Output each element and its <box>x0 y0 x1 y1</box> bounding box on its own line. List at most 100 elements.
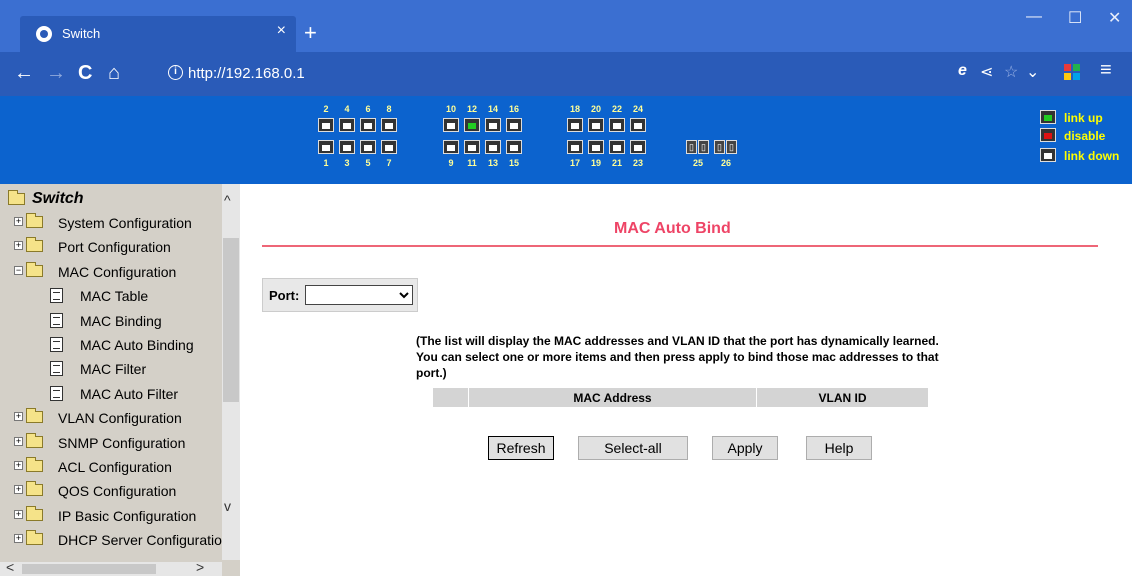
port-icon[interactable] <box>339 140 355 154</box>
sidebar-vertical-scrollbar[interactable]: ^ v <box>222 184 240 560</box>
port-icon[interactable] <box>630 118 646 132</box>
sidebar-item-mac-auto-binding[interactable]: MAC Auto Binding <box>0 334 222 358</box>
select-all-button[interactable]: Select-all <box>578 436 688 460</box>
port-icon[interactable] <box>381 140 397 154</box>
sidebar-item-port-configuration[interactable]: + Port Configuration <box>0 236 222 260</box>
port-icon[interactable] <box>443 140 459 154</box>
port-number-bottom: 1 <box>323 158 329 168</box>
port-icon[interactable] <box>318 140 334 154</box>
port-icon[interactable] <box>360 118 376 132</box>
port-icon[interactable] <box>464 140 480 154</box>
folder-icon <box>26 457 43 472</box>
sidebar-item-label: ACL Configuration <box>58 459 172 475</box>
url-text: http://192.168.0.1 <box>188 65 305 82</box>
tab-close-icon[interactable]: × <box>277 22 286 40</box>
scroll-right-icon[interactable]: > <box>196 559 204 575</box>
forward-icon[interactable]: → <box>46 62 66 84</box>
expand-icon[interactable]: + <box>14 217 23 226</box>
close-window-icon[interactable]: ✕ <box>1108 8 1121 28</box>
port-icon[interactable] <box>567 140 583 154</box>
folder-icon <box>26 530 43 546</box>
fiber-port-number: 25 <box>692 158 703 168</box>
scroll-left-icon[interactable]: < <box>6 559 14 575</box>
port-number-top: 16 <box>508 104 519 114</box>
help-button[interactable]: Help <box>806 436 872 460</box>
sidebar-item-ip-basic-configuration[interactable]: + IP Basic Configuration <box>0 505 222 529</box>
scroll-thumb-horizontal[interactable] <box>22 564 156 574</box>
sidebar-horizontal-scrollbar[interactable]: < > <box>0 559 222 576</box>
port-icon[interactable] <box>567 118 583 132</box>
expand-icon[interactable]: + <box>14 436 23 446</box>
sidebar-item-mac-auto-filter[interactable]: MAC Auto Filter <box>0 383 222 407</box>
apply-button[interactable]: Apply <box>712 436 778 460</box>
table-header-row: MAC Address VLAN ID <box>432 387 929 408</box>
maximize-icon[interactable]: ☐ <box>1068 8 1082 28</box>
fiber-port-icon[interactable]: ▯ <box>698 140 709 154</box>
expand-icon[interactable]: + <box>14 241 23 251</box>
port-icon[interactable] <box>630 140 646 154</box>
port-icon[interactable] <box>318 118 334 132</box>
fiber-port-icon[interactable]: ▯ <box>686 140 697 154</box>
share-icon[interactable]: ⋖ <box>980 62 993 82</box>
refresh-button[interactable]: Refresh <box>488 436 554 460</box>
expand-icon[interactable]: + <box>14 534 23 544</box>
nav-tree: Switch + System Configuration + Port Config… <box>0 184 222 560</box>
expand-icon[interactable]: + <box>14 412 23 422</box>
port-number-bottom: 15 <box>508 158 519 168</box>
port-icon[interactable] <box>588 140 604 154</box>
port-icon[interactable] <box>506 140 522 154</box>
port-icon[interactable] <box>485 140 501 154</box>
fiber-port-icon[interactable]: ▯ <box>726 140 737 154</box>
port-icon[interactable] <box>609 118 625 132</box>
port-icon[interactable] <box>339 118 355 132</box>
fiber-port-icon[interactable]: ▯ <box>714 140 725 154</box>
expand-icon[interactable]: + <box>14 485 23 495</box>
scroll-thumb[interactable] <box>223 238 239 402</box>
sidebar-item-snmp-configuration[interactable]: + SNMP Configuration <box>0 432 222 456</box>
sidebar-item-label: MAC Binding <box>80 312 162 329</box>
sidebar-item-mac-binding[interactable]: MAC Binding <box>0 310 222 334</box>
dropdown-icon[interactable]: ⌄ <box>1026 62 1039 82</box>
sidebar-item-label: MAC Auto Binding <box>80 337 194 353</box>
port-icon[interactable] <box>506 118 522 132</box>
sidebar-item-vlan-configuration[interactable]: + VLAN Configuration <box>0 407 222 431</box>
menu-icon[interactable]: ≡ <box>1100 59 1112 82</box>
scroll-up-icon[interactable]: ^ <box>224 192 231 208</box>
port-icon[interactable] <box>381 118 397 132</box>
port-selector-box: Port: <box>262 278 418 312</box>
browser-tab[interactable]: Switch × <box>20 16 296 52</box>
port-icon[interactable] <box>485 118 501 132</box>
sidebar-item-qos-configuration[interactable]: + QOS Configuration <box>0 480 222 504</box>
port-icon[interactable] <box>443 118 459 132</box>
sidebar-item-dhcp-server-configuratio[interactable]: + DHCP Server Configuratio <box>0 529 222 553</box>
port-icon[interactable] <box>464 118 480 132</box>
favorite-icon[interactable]: ☆ <box>1004 62 1018 82</box>
ie-icon[interactable]: e <box>958 62 967 80</box>
folder-icon <box>26 408 43 424</box>
info-icon[interactable]: i <box>168 65 183 80</box>
reload-icon[interactable]: C <box>78 62 92 84</box>
port-number-top: 2 <box>323 104 329 114</box>
minimize-icon[interactable]: — <box>1026 8 1042 26</box>
sidebar-item-mac-table[interactable]: MAC Table <box>0 285 222 309</box>
port-icon[interactable] <box>609 140 625 154</box>
port-select[interactable] <box>305 285 413 305</box>
new-tab-button[interactable]: + <box>304 20 317 46</box>
home-icon[interactable]: ⌂ <box>108 62 120 84</box>
folder-icon <box>26 261 43 277</box>
extensions-icon[interactable] <box>1064 64 1080 80</box>
sidebar-item-acl-configuration[interactable]: + ACL Configuration <box>0 456 222 480</box>
collapse-icon[interactable]: − <box>14 265 23 275</box>
sidebar-item-system-configuration[interactable]: + System Configuration <box>0 212 222 236</box>
scroll-down-icon[interactable]: v <box>224 498 231 514</box>
sidebar-item-mac-filter[interactable]: MAC Filter <box>0 358 222 382</box>
port-number-top: 8 <box>386 104 392 114</box>
expand-icon[interactable]: + <box>14 461 23 470</box>
expand-icon[interactable]: + <box>14 509 23 519</box>
port-icon[interactable] <box>360 140 376 154</box>
sidebar-item-mac-configuration[interactable]: − MAC Configuration <box>0 261 222 285</box>
port-icon[interactable] <box>588 118 604 132</box>
document-icon <box>50 312 63 328</box>
mac-table: MAC Address VLAN ID <box>432 387 929 408</box>
back-icon[interactable]: ← <box>14 62 34 84</box>
